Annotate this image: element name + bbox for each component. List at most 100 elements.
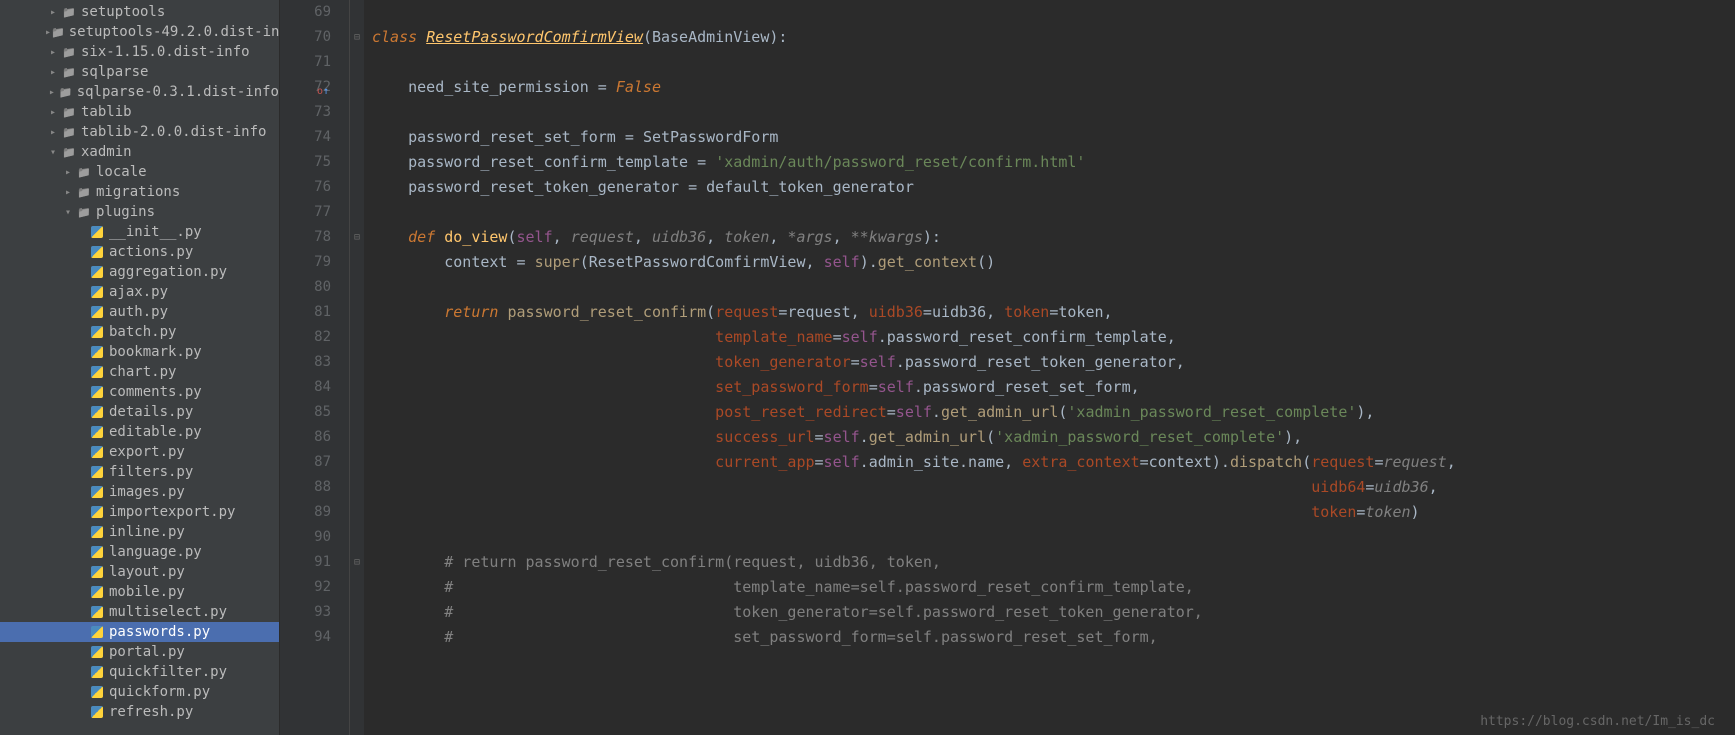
line-number[interactable]: 69 [280, 0, 331, 25]
tree-arrow-icon[interactable] [45, 67, 61, 78]
line-number[interactable]: 73 [280, 100, 331, 125]
code-line[interactable] [372, 525, 1735, 550]
fold-marker[interactable] [350, 475, 364, 500]
fold-marker[interactable] [350, 600, 364, 625]
line-number[interactable]: 71 [280, 50, 331, 75]
code-editor[interactable]: 69707172o↑737475767778798081828384858687… [280, 0, 1735, 735]
code-line[interactable]: context = super(ResetPasswordComfirmView… [372, 250, 1735, 275]
fold-marker[interactable] [350, 300, 364, 325]
tree-file-images.py[interactable]: images.py [0, 482, 279, 502]
line-number[interactable]: 72o↑ [280, 75, 331, 100]
line-number[interactable]: 75 [280, 150, 331, 175]
tree-file-inline.py[interactable]: inline.py [0, 522, 279, 542]
line-number[interactable]: 82 [280, 325, 331, 350]
tree-file-ajax.py[interactable]: ajax.py [0, 282, 279, 302]
line-number[interactable]: 84 [280, 375, 331, 400]
tree-arrow-icon[interactable] [45, 7, 61, 18]
tree-folder-sqlparse[interactable]: sqlparse [0, 62, 279, 82]
tree-file-chart.py[interactable]: chart.py [0, 362, 279, 382]
tree-file-actions.py[interactable]: actions.py [0, 242, 279, 262]
fold-marker[interactable] [350, 250, 364, 275]
line-number[interactable]: 78 [280, 225, 331, 250]
line-number[interactable]: 76 [280, 175, 331, 200]
fold-marker[interactable] [350, 0, 364, 25]
line-number[interactable]: 90 [280, 525, 331, 550]
tree-file-multiselect.py[interactable]: multiselect.py [0, 602, 279, 622]
tree-file-quickfilter.py[interactable]: quickfilter.py [0, 662, 279, 682]
line-number[interactable]: 94 [280, 625, 331, 650]
code-line[interactable]: token=token) [372, 500, 1735, 525]
code-line[interactable] [372, 50, 1735, 75]
tree-folder-six-1.15.0.dist-info[interactable]: six-1.15.0.dist-info [0, 42, 279, 62]
fold-marker[interactable]: ⊟ [350, 25, 364, 50]
tree-file-layout.py[interactable]: layout.py [0, 562, 279, 582]
code-line[interactable] [372, 0, 1735, 25]
tree-file-aggregation.py[interactable]: aggregation.py [0, 262, 279, 282]
code-line[interactable]: set_password_form=self.password_reset_se… [372, 375, 1735, 400]
fold-marker[interactable] [350, 50, 364, 75]
fold-marker[interactable]: ⊟ [350, 550, 364, 575]
tree-file-refresh.py[interactable]: refresh.py [0, 702, 279, 722]
code-line[interactable] [372, 200, 1735, 225]
code-line[interactable]: post_reset_redirect=self.get_admin_url('… [372, 400, 1735, 425]
line-number[interactable]: 93 [280, 600, 331, 625]
tree-arrow-icon[interactable] [45, 127, 61, 138]
code-line[interactable]: class ResetPasswordComfirmView(BaseAdmin… [372, 25, 1735, 50]
code-line[interactable]: password_reset_confirm_template = 'xadmi… [372, 150, 1735, 175]
fold-marker[interactable] [350, 100, 364, 125]
line-number[interactable]: 88 [280, 475, 331, 500]
fold-marker[interactable] [350, 75, 364, 100]
tree-folder-plugins[interactable]: plugins [0, 202, 279, 222]
tree-arrow-icon[interactable] [45, 87, 59, 98]
tree-arrow-icon[interactable] [45, 107, 61, 118]
tree-file-__init__.py[interactable]: __init__.py [0, 222, 279, 242]
tree-file-quickform.py[interactable]: quickform.py [0, 682, 279, 702]
tree-folder-locale[interactable]: locale [0, 162, 279, 182]
line-number[interactable]: 86 [280, 425, 331, 450]
tree-file-language.py[interactable]: language.py [0, 542, 279, 562]
line-number[interactable]: 74 [280, 125, 331, 150]
line-number[interactable]: 92 [280, 575, 331, 600]
line-number[interactable]: 70 [280, 25, 331, 50]
code-line[interactable] [372, 275, 1735, 300]
tree-folder-migrations[interactable]: migrations [0, 182, 279, 202]
tree-file-batch.py[interactable]: batch.py [0, 322, 279, 342]
tree-folder-sqlparse-0.3.1.dist-info[interactable]: sqlparse-0.3.1.dist-info [0, 82, 279, 102]
fold-marker[interactable] [350, 125, 364, 150]
code-area[interactable]: class ResetPasswordComfirmView(BaseAdmin… [364, 0, 1735, 735]
fold-marker[interactable] [350, 525, 364, 550]
tree-file-comments.py[interactable]: comments.py [0, 382, 279, 402]
line-number[interactable]: 87 [280, 450, 331, 475]
line-number[interactable]: 79 [280, 250, 331, 275]
fold-marker[interactable] [350, 175, 364, 200]
line-number[interactable]: 89 [280, 500, 331, 525]
fold-marker[interactable] [350, 625, 364, 650]
code-line[interactable]: # template_name=self.password_reset_conf… [372, 575, 1735, 600]
line-number[interactable]: 81 [280, 300, 331, 325]
tree-file-portal.py[interactable]: portal.py [0, 642, 279, 662]
tree-file-bookmark.py[interactable]: bookmark.py [0, 342, 279, 362]
tree-arrow-icon[interactable] [45, 47, 61, 58]
tree-folder-setuptools[interactable]: setuptools [0, 2, 279, 22]
code-line[interactable]: template_name=self.password_reset_confir… [372, 325, 1735, 350]
code-line[interactable]: current_app=self.admin_site.name, extra_… [372, 450, 1735, 475]
code-line[interactable]: password_reset_token_generator = default… [372, 175, 1735, 200]
fold-marker[interactable] [350, 500, 364, 525]
code-line[interactable]: # set_password_form=self.password_reset_… [372, 625, 1735, 650]
code-line[interactable]: need_site_permission = False [372, 75, 1735, 100]
line-number[interactable]: 85 [280, 400, 331, 425]
tree-file-passwords.py[interactable]: passwords.py [0, 622, 279, 642]
fold-marker[interactable] [350, 425, 364, 450]
code-line[interactable] [372, 100, 1735, 125]
line-number[interactable]: 77 [280, 200, 331, 225]
tree-folder-xadmin[interactable]: xadmin [0, 142, 279, 162]
tree-folder-tablib[interactable]: tablib [0, 102, 279, 122]
tree-arrow-icon[interactable] [45, 147, 61, 158]
fold-column[interactable]: ⊟⊟⊟ [350, 0, 364, 735]
tree-file-importexport.py[interactable]: importexport.py [0, 502, 279, 522]
tree-folder-setuptools-49.2.0.dist-info[interactable]: setuptools-49.2.0.dist-info [0, 22, 279, 42]
code-line[interactable]: success_url=self.get_admin_url('xadmin_p… [372, 425, 1735, 450]
fold-marker[interactable] [350, 450, 364, 475]
fold-marker[interactable] [350, 150, 364, 175]
tree-arrow-icon[interactable] [60, 167, 76, 178]
